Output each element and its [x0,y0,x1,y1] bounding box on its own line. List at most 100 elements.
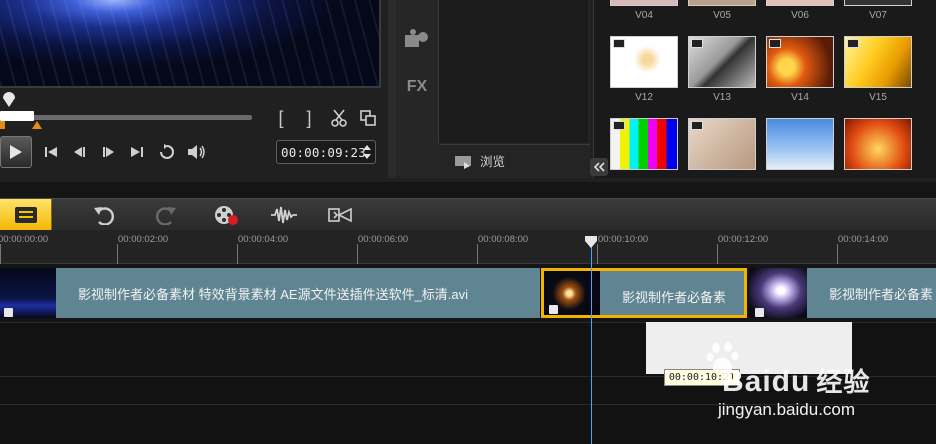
playhead-line[interactable] [591,247,592,444]
watermark-brand-cn: 经验 [816,367,871,397]
mark-out-button[interactable]: ] [302,108,316,128]
thumbnail-v15[interactable] [844,36,912,88]
video-icon [769,39,781,48]
trim-in-marker[interactable] [0,121,5,129]
thumbnail-v12[interactable] [610,36,678,88]
thumbnail-v13[interactable] [688,36,756,88]
scissors-icon [331,109,347,127]
timeline-view-button[interactable] [0,199,52,231]
timecode-field[interactable]: 00:00:09:23 [276,140,376,164]
browse-button[interactable]: 浏览 [440,144,590,176]
watermark-brand-text: Baidu [722,365,811,398]
timeline-view-icon [14,207,37,223]
video-icon [691,121,703,130]
browse-label: 浏览 [480,155,506,169]
repeat-icon [160,144,174,159]
timeline-clip-3[interactable]: 影视制作者必备素 [749,268,936,318]
ruler-tick [837,244,838,264]
library-list-area [438,0,588,143]
audio-waveform-icon [271,206,297,224]
skip-start-icon [45,147,57,157]
media-thumbnail-grid: V04 V05 V06 V07 V12 V13 V14 V15 [593,0,936,178]
timecode-spinner-icon[interactable] [362,144,372,160]
baidu-jingyan-watermark: Baidu 经验 jingyan.baidu.com [706,340,936,444]
previous-frame-button[interactable] [70,143,88,161]
ruler-tick [117,244,118,264]
thumbnail-label: V04 [635,10,653,21]
preview-window [0,0,381,88]
thumbnail-v04[interactable] [610,0,678,6]
playhead-handle-icon[interactable] [585,236,597,248]
auto-music-button[interactable] [324,199,356,231]
sound-mixer-button[interactable] [268,199,300,231]
undo-button[interactable] [88,199,120,231]
audio-linked-icon [4,308,13,317]
watermark-brand: Baidu 经验 [722,362,870,399]
ruler-tick [237,244,238,264]
preview-scrubber[interactable] [0,92,252,129]
go-to-end-button[interactable] [128,143,146,161]
clip-title: 影视制作者必备素 [829,286,934,302]
timeline-ruler[interactable]: 00:00:00:00 00:00:02:00 00:00:04:00 00:0… [0,230,936,264]
clip-title: 影视制作者必备素材 特效背景素材 AE源文件送插件送软件_标清.avi [78,286,469,302]
thumbnail-v05[interactable] [688,0,756,6]
video-icon [847,39,859,48]
thumbnail-label: V06 [791,10,809,21]
enlarge-preview-button[interactable] [358,108,378,128]
thumbnail-v07[interactable] [844,0,912,6]
scrubber-handle[interactable] [3,92,15,107]
video-track[interactable]: 影视制作者必备素材 特效背景素材 AE源文件送插件送软件_标清.avi 影视制作… [0,266,936,320]
step-back-icon [74,147,85,157]
audio-linked-icon [755,308,764,317]
ruler-label: 00:00:10:00 [598,234,649,245]
filter-library-button[interactable] [402,26,432,50]
trim-range[interactable] [0,111,34,121]
thumbnail-label: V12 [635,92,653,103]
thumbnail-label: V15 [869,92,887,103]
thumbnail-label: V13 [713,92,731,103]
thumbnail-still[interactable] [688,118,756,170]
ruler-label: 00:00:08:00 [478,234,529,245]
transition-icon [328,207,352,223]
play-button[interactable] [0,136,32,168]
thumbnail-v14[interactable] [766,36,834,88]
thumbnail-sky[interactable] [766,118,834,170]
ruler-tick [597,244,598,264]
mark-in-button[interactable]: [ [274,108,288,128]
thumbnail-label: V14 [791,92,809,103]
timeline-toolbar [0,198,936,231]
collapse-panel-button[interactable] [590,158,608,176]
step-forward-icon [103,147,114,157]
watermark-url: jingyan.baidu.com [718,400,856,419]
record-capture-button[interactable] [210,199,242,231]
repeat-button[interactable] [156,142,178,162]
ruler-tick [477,244,478,264]
volume-button[interactable] [186,142,208,162]
ruler-label: 00:00:02:00 [118,234,169,245]
redo-button[interactable] [150,199,182,231]
timeline-clip-1[interactable]: 影视制作者必备素材 特效背景素材 AE源文件送插件送软件_标清.avi [0,268,540,318]
audio-linked-icon [549,305,558,314]
thumbnail-fire[interactable] [844,118,912,170]
trim-out-marker[interactable] [32,121,42,129]
copy-icon [360,110,376,126]
panel-divider[interactable] [388,0,396,178]
ruler-tick [0,244,1,264]
timeline-clip-2-selected[interactable]: 影视制作者必备素 [541,268,747,318]
thumbnail-v06[interactable] [766,0,834,6]
fx-library-button[interactable]: FX [402,76,432,98]
redo-icon [156,207,176,225]
go-to-start-button[interactable] [42,143,60,161]
speaker-icon [188,145,205,159]
video-icon [613,121,625,130]
next-frame-button[interactable] [100,143,118,161]
ruler-label: 00:00:14:00 [838,234,889,245]
ruler-tick [717,244,718,264]
video-icon [613,39,625,48]
thumbnail-label: V05 [713,10,731,21]
scrubber-track[interactable] [0,115,252,120]
split-clip-button[interactable] [329,107,349,129]
thumbnail-test-card[interactable] [610,118,678,170]
skip-end-icon [131,147,143,157]
thumbnail-label: V07 [869,10,887,21]
